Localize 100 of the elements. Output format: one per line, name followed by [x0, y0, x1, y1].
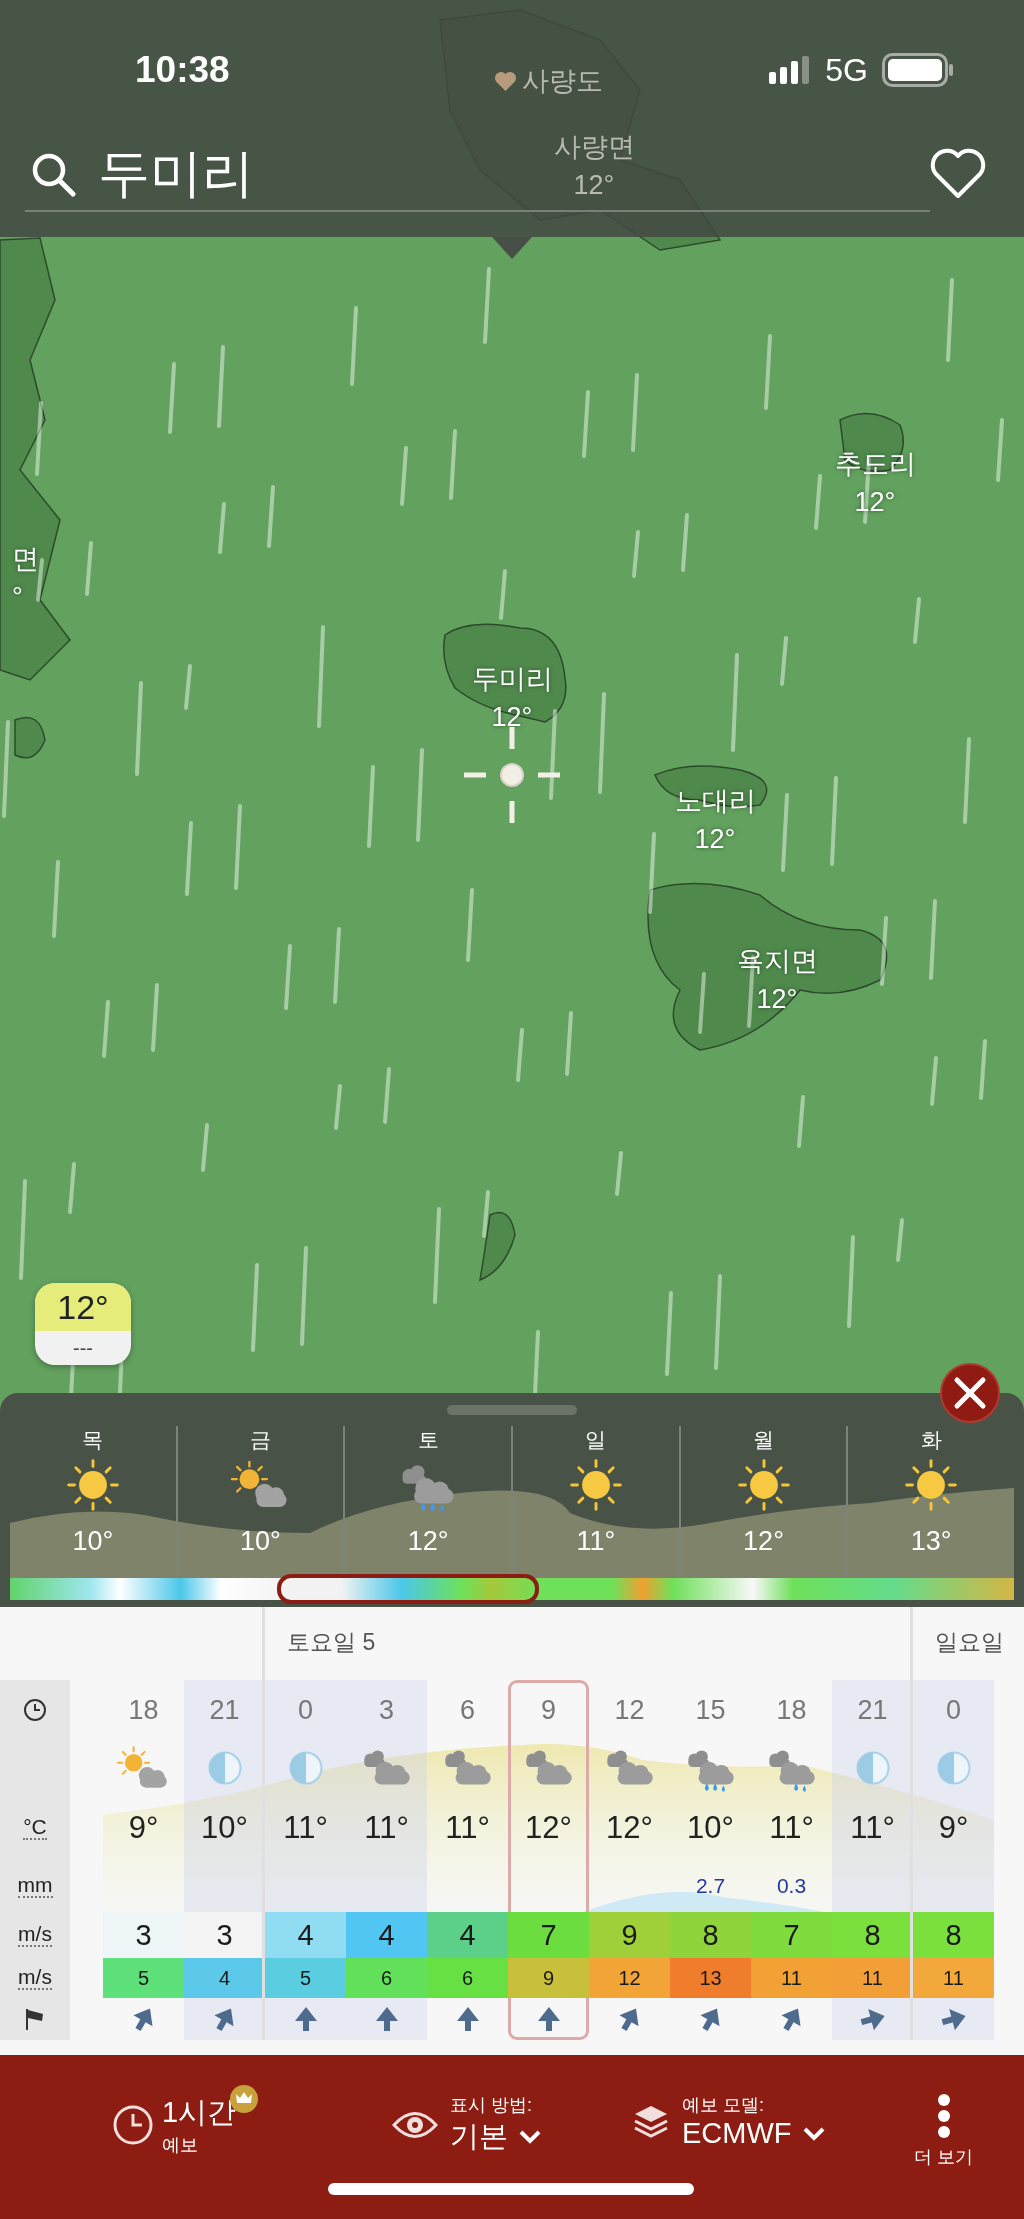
- status-time: 10:38: [135, 49, 230, 91]
- wind-unit-label[interactable]: m/s: [18, 1923, 52, 1947]
- hour-label: 6: [459, 1693, 476, 1727]
- day-temperature: 10°: [72, 1526, 114, 1557]
- forecast-column[interactable]: 18 11° 0.3 7 11: [751, 1680, 832, 2040]
- map-favorite-label[interactable]: 사량도: [493, 62, 603, 100]
- temperature-badge[interactable]: 12° ---: [35, 1283, 131, 1365]
- badge-subtext: ---: [72, 1335, 94, 1361]
- day-label[interactable]: 목: [82, 1426, 104, 1456]
- search-icon: [30, 151, 76, 197]
- wind-gust-cell: 13: [670, 1958, 751, 1998]
- timeline-selection[interactable]: [276, 1574, 539, 1604]
- day-label[interactable]: 월: [753, 1426, 774, 1456]
- forecast-model-button[interactable]: 예보 모델: ECMWF: [632, 2085, 902, 2150]
- wind-arrow-icon: [535, 2006, 562, 2032]
- forecast-column[interactable]: 18 9° 3 5: [103, 1680, 184, 2040]
- hour-label: 0: [945, 1693, 962, 1727]
- more-button[interactable]: 더 보기: [914, 2085, 973, 2169]
- hour-temperature: 9°: [937, 1808, 970, 1847]
- hour-label: 18: [775, 1693, 808, 1727]
- wind-gust-cell: 6: [427, 1958, 508, 1998]
- wind-speed-cell: 4: [265, 1912, 346, 1958]
- pointer-notch-icon: [492, 237, 532, 259]
- wind-arrow-icon: [373, 2006, 400, 2032]
- day-temperature: 12°: [743, 1526, 784, 1557]
- forecast-column[interactable]: 6 11° 4 6: [427, 1680, 508, 2040]
- precipitation-unit-label[interactable]: mm: [17, 1874, 53, 1898]
- wind-gust-cell: 11: [913, 1958, 994, 1998]
- place-temperature: 12°: [572, 169, 616, 202]
- forecast-column[interactable]: 9 12° 7 9: [508, 1680, 589, 2040]
- wind-arrow-icon: [454, 2006, 481, 2032]
- place-temperature: °: [12, 581, 24, 614]
- precipitation-value: 0.3: [776, 1874, 807, 1898]
- hour-label: 12: [613, 1693, 646, 1727]
- drag-handle[interactable]: [447, 1405, 577, 1415]
- place-temperature: 12°: [693, 823, 737, 856]
- battery-icon: [882, 53, 954, 87]
- place-name[interactable]: 욕지면: [736, 942, 818, 980]
- wind-speed-cell: 9: [589, 1912, 670, 1958]
- display-mode-button[interactable]: 표시 방법: 기본: [392, 2085, 632, 2157]
- wind-speed-cell: 4: [427, 1912, 508, 1958]
- wind-speed-cell: 8: [913, 1912, 994, 1958]
- forecast-column[interactable]: 15 10° 2.7 8 13: [670, 1680, 751, 2040]
- day-label[interactable]: 토: [417, 1426, 439, 1456]
- day-label[interactable]: 금: [250, 1426, 271, 1456]
- wind-speed-cell: 4: [346, 1912, 427, 1958]
- forecast-column[interactable]: 0 9° 8 11: [910, 1680, 994, 2040]
- temperature-unit-label[interactable]: °C: [23, 1815, 47, 1840]
- hour-temperature: 11°: [849, 1808, 896, 1847]
- hour-temperature: 10°: [200, 1808, 249, 1847]
- place-name[interactable]: 사량면: [553, 128, 635, 166]
- hour-label: 21: [856, 1693, 889, 1727]
- timeline-color-bar[interactable]: [10, 1574, 1014, 1604]
- day-temperature: 13°: [910, 1526, 952, 1557]
- hour-label: 0: [297, 1693, 314, 1727]
- day-temperature: 11°: [576, 1526, 616, 1557]
- place-name[interactable]: 두미리: [471, 660, 553, 698]
- forecast-column[interactable]: 0 11° 4 5: [262, 1680, 346, 2040]
- day-label[interactable]: 화: [920, 1426, 942, 1456]
- wind-gust-cell: 9: [508, 1958, 589, 1998]
- precipitation-value: 2.7: [695, 1874, 726, 1898]
- wind-speed-cell: 8: [670, 1912, 751, 1958]
- day-temperature: 12°: [407, 1526, 449, 1557]
- search-field[interactable]: 두미리: [25, 142, 264, 206]
- place-name[interactable]: 노대리: [674, 782, 756, 820]
- clock-icon: [23, 1698, 47, 1722]
- heart-icon: [929, 148, 987, 200]
- hour-label: 3: [378, 1693, 395, 1727]
- place-temperature: 12°: [853, 486, 897, 519]
- forecast-column[interactable]: 12 12° 9 12: [589, 1680, 670, 2040]
- forecast-interval-button[interactable]: 1시간 예보: [112, 2085, 312, 2157]
- wind-gust-cell: 11: [832, 1958, 913, 1998]
- forecast-column[interactable]: 21 10° 3 4: [184, 1680, 265, 2040]
- favorite-button[interactable]: [929, 148, 987, 200]
- place-name: 사량도: [521, 65, 603, 98]
- wind-gust-cell: 5: [265, 1958, 346, 1998]
- clock-icon: [112, 2104, 154, 2146]
- wind-speed-cell: 8: [832, 1912, 913, 1958]
- gust-unit-label[interactable]: m/s: [18, 1966, 52, 1990]
- chevron-down-icon: [518, 2129, 542, 2145]
- day-temperature: 10°: [240, 1526, 281, 1557]
- wind-speed-cell: 7: [508, 1912, 589, 1958]
- forecast-column[interactable]: 21 11° 8 11: [832, 1680, 913, 2040]
- wind-gust-cell: 5: [103, 1958, 184, 1998]
- map-view[interactable]: 추도리 12° 면 ° 두미리 12° 노대리 12° 욕지면 12° 12° --- 사량도 사량면 12° 10:38 5G 두미리: [0, 0, 1024, 1393]
- forecast-column[interactable]: 3 11° 4 6: [346, 1680, 427, 2040]
- wind-speed-cell: 3: [184, 1912, 265, 1958]
- hour-label: 21: [208, 1693, 241, 1727]
- hour-temperature: 9°: [127, 1808, 160, 1847]
- place-name[interactable]: 면: [12, 540, 39, 578]
- chevron-down-icon: [801, 2125, 826, 2142]
- crosshair-icon: [464, 727, 560, 823]
- hour-temperature: 11°: [363, 1808, 410, 1847]
- place-temperature: 12°: [755, 983, 799, 1016]
- day-header: 일요일: [935, 1628, 1004, 1657]
- wind-gust-cell: 4: [184, 1958, 265, 1998]
- signal-icon: [769, 56, 812, 84]
- day-label[interactable]: 일: [585, 1426, 607, 1456]
- island-shape: [14, 716, 46, 759]
- wind-speed-cell: 3: [103, 1912, 184, 1958]
